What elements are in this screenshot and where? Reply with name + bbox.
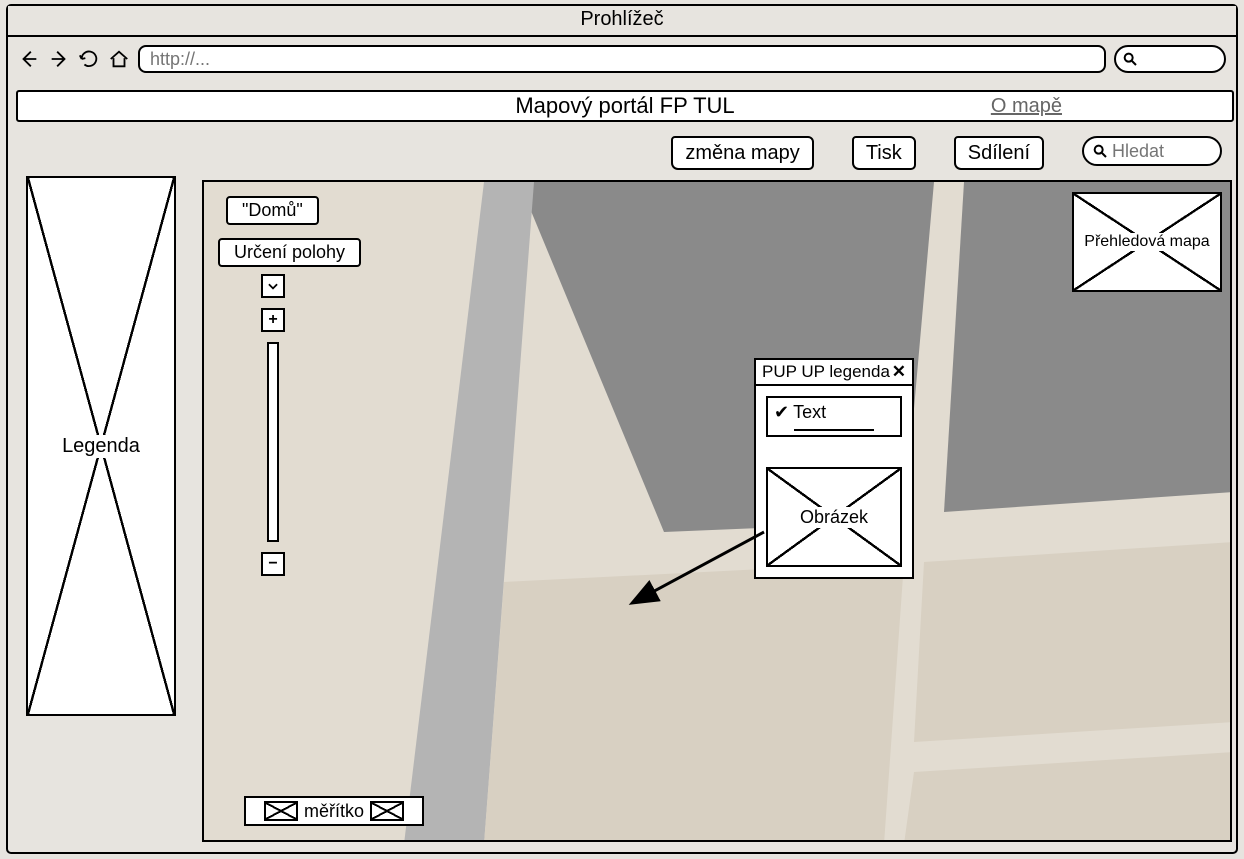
zoom-in-button[interactable]: +: [261, 308, 285, 332]
popup-text-item[interactable]: ✔ Text: [766, 396, 902, 437]
back-icon[interactable]: [18, 48, 40, 70]
home-button[interactable]: "Domů": [226, 196, 319, 225]
url-input[interactable]: [138, 45, 1106, 73]
search-icon: [1122, 51, 1138, 67]
popup-text-underline: [794, 429, 874, 431]
geolocate-button[interactable]: Určení polohy: [218, 238, 361, 267]
change-map-button[interactable]: změna mapy: [671, 136, 814, 170]
reload-icon[interactable]: [78, 48, 100, 70]
check-icon: ✔: [774, 402, 789, 423]
browser-nav-row: [8, 37, 1236, 81]
popup-header: PUP UP legenda ✕: [756, 360, 912, 386]
legend-label: Legenda: [56, 435, 146, 458]
close-icon[interactable]: ✕: [892, 362, 906, 382]
about-link[interactable]: O mapě: [991, 95, 1062, 118]
map-search-box[interactable]: [1082, 136, 1222, 166]
print-button[interactable]: Tisk: [852, 136, 916, 170]
toolbar: změna mapy Tisk Sdílení: [16, 136, 1234, 170]
scale-bar: měřítko: [244, 796, 424, 826]
zoom-out-button[interactable]: −: [261, 552, 285, 576]
zoom-control: + −: [259, 274, 287, 576]
app-header: Mapový portál FP TUL O mapě: [16, 90, 1234, 122]
zoom-slider-track[interactable]: [267, 342, 279, 542]
overview-map-label: Přehledová mapa: [1078, 233, 1215, 251]
scale-right-placeholder: [370, 801, 404, 821]
page-title: Mapový portál FP TUL: [515, 93, 734, 119]
popup-pointer-arrow: [614, 522, 794, 622]
share-button[interactable]: Sdílení: [954, 136, 1044, 170]
map-canvas[interactable]: "Domů" Určení polohy + − Přehledová mapa…: [202, 180, 1232, 842]
chevron-down-icon[interactable]: [261, 274, 285, 298]
legend-panel: Legenda: [26, 176, 176, 716]
popup-title: PUP UP legenda: [762, 362, 890, 382]
browser-search-box[interactable]: [1114, 45, 1226, 73]
browser-window: Prohlížeč Mapový portál FP TUL O mapě zm…: [6, 4, 1238, 854]
search-icon: [1092, 143, 1108, 159]
home-icon[interactable]: [108, 48, 130, 70]
popup-image-label: Obrázek: [794, 507, 874, 528]
scale-left-placeholder: [264, 801, 298, 821]
forward-icon[interactable]: [48, 48, 70, 70]
scale-label: měřítko: [304, 801, 364, 822]
overview-map[interactable]: Přehledová mapa: [1072, 192, 1222, 292]
popup-text-label: Text: [793, 402, 826, 423]
map-search-input[interactable]: [1112, 141, 1202, 162]
window-title: Prohlížeč: [8, 6, 1236, 37]
